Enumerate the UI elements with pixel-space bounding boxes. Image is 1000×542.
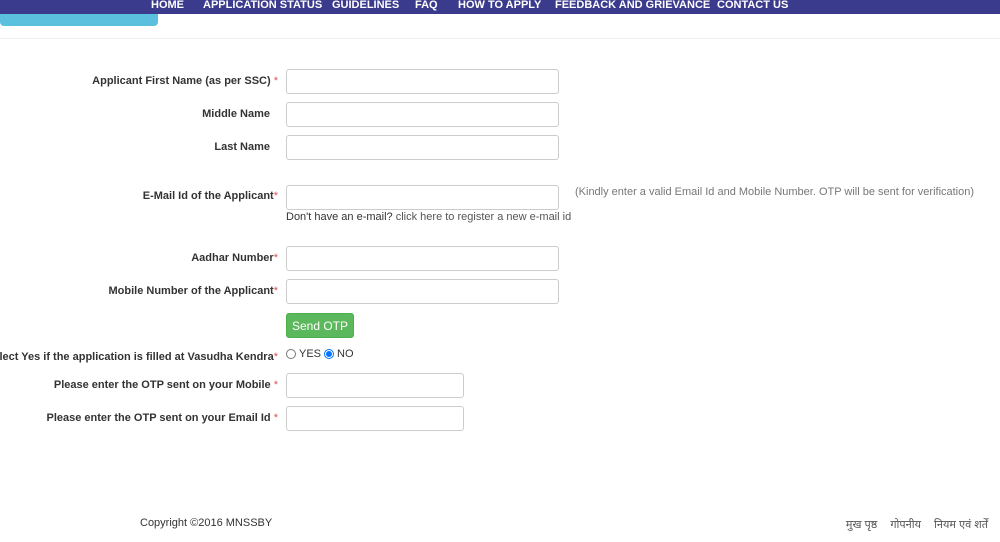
no-label: NO (337, 348, 354, 360)
yes-label: YES (299, 348, 322, 360)
send-otp-button[interactable]: Send OTP (286, 313, 354, 338)
nav-feedback[interactable]: FEEDBACK AND GRIEVANCE (555, 0, 710, 11)
middle-name-label: Middle Name (202, 108, 270, 120)
middle-name-input[interactable] (286, 102, 559, 127)
nav-faq[interactable]: FAQ (415, 0, 438, 11)
otp-mobile-input[interactable] (286, 373, 464, 398)
active-tab-indicator (0, 14, 158, 26)
top-nav: HOME APPLICATION STATUS GUIDELINES FAQ H… (0, 0, 1000, 14)
vasudha-label: Select Yes if the application is filled … (0, 351, 278, 363)
nav-guidelines[interactable]: GUIDELINES (332, 0, 399, 11)
aadhar-input[interactable] (286, 246, 559, 271)
first-name-label: Applicant First Name (as per SSC) * (92, 75, 278, 87)
vasudha-yes-radio[interactable] (286, 349, 296, 359)
otp-email-label: Please enter the OTP sent on your Email … (46, 412, 279, 424)
copyright: Copyright ©2016 MNSSBY (140, 517, 273, 529)
email-input[interactable] (286, 185, 559, 210)
nav-how-to-apply[interactable]: HOW TO APPLY (458, 0, 541, 11)
footer-link-privacy[interactable]: गोपनीय (890, 519, 921, 531)
nav-application-status[interactable]: APPLICATION STATUS (203, 0, 322, 11)
vasudha-no-radio[interactable] (324, 349, 335, 359)
email-label: E-Mail Id of the Applicant* (142, 190, 278, 202)
vasudha-radio-group: YES NO (286, 348, 354, 360)
otp-email-input[interactable] (286, 406, 464, 431)
nav-contact-us[interactable]: CONTACT US (717, 0, 788, 11)
email-help: Don't have an e-mail? click here to regi… (286, 211, 572, 223)
last-name-input[interactable] (286, 135, 559, 160)
register-email-link[interactable]: click here to register a new e-mail id (396, 211, 571, 223)
first-name-input[interactable] (286, 69, 559, 94)
footer-link-terms[interactable]: नियम एवं शर्तें (934, 519, 988, 531)
aadhar-label: Aadhar Number* (191, 252, 278, 264)
footer-link-home[interactable]: मुख पृष्ठ (846, 519, 877, 531)
mobile-label: Mobile Number of the Applicant* (108, 285, 279, 297)
otp-mobile-label: Please enter the OTP sent on your Mobile… (53, 379, 278, 391)
divider (0, 38, 1000, 39)
footer-links: मुख पृष्ठ गोपनीय नियम एवं शर्तें (836, 517, 988, 532)
mobile-input[interactable] (286, 279, 559, 304)
last-name-label: Last Name (214, 141, 270, 153)
verification-note: (Kindly enter a valid Email Id and Mobil… (575, 186, 975, 198)
nav-home[interactable]: HOME (151, 0, 184, 11)
